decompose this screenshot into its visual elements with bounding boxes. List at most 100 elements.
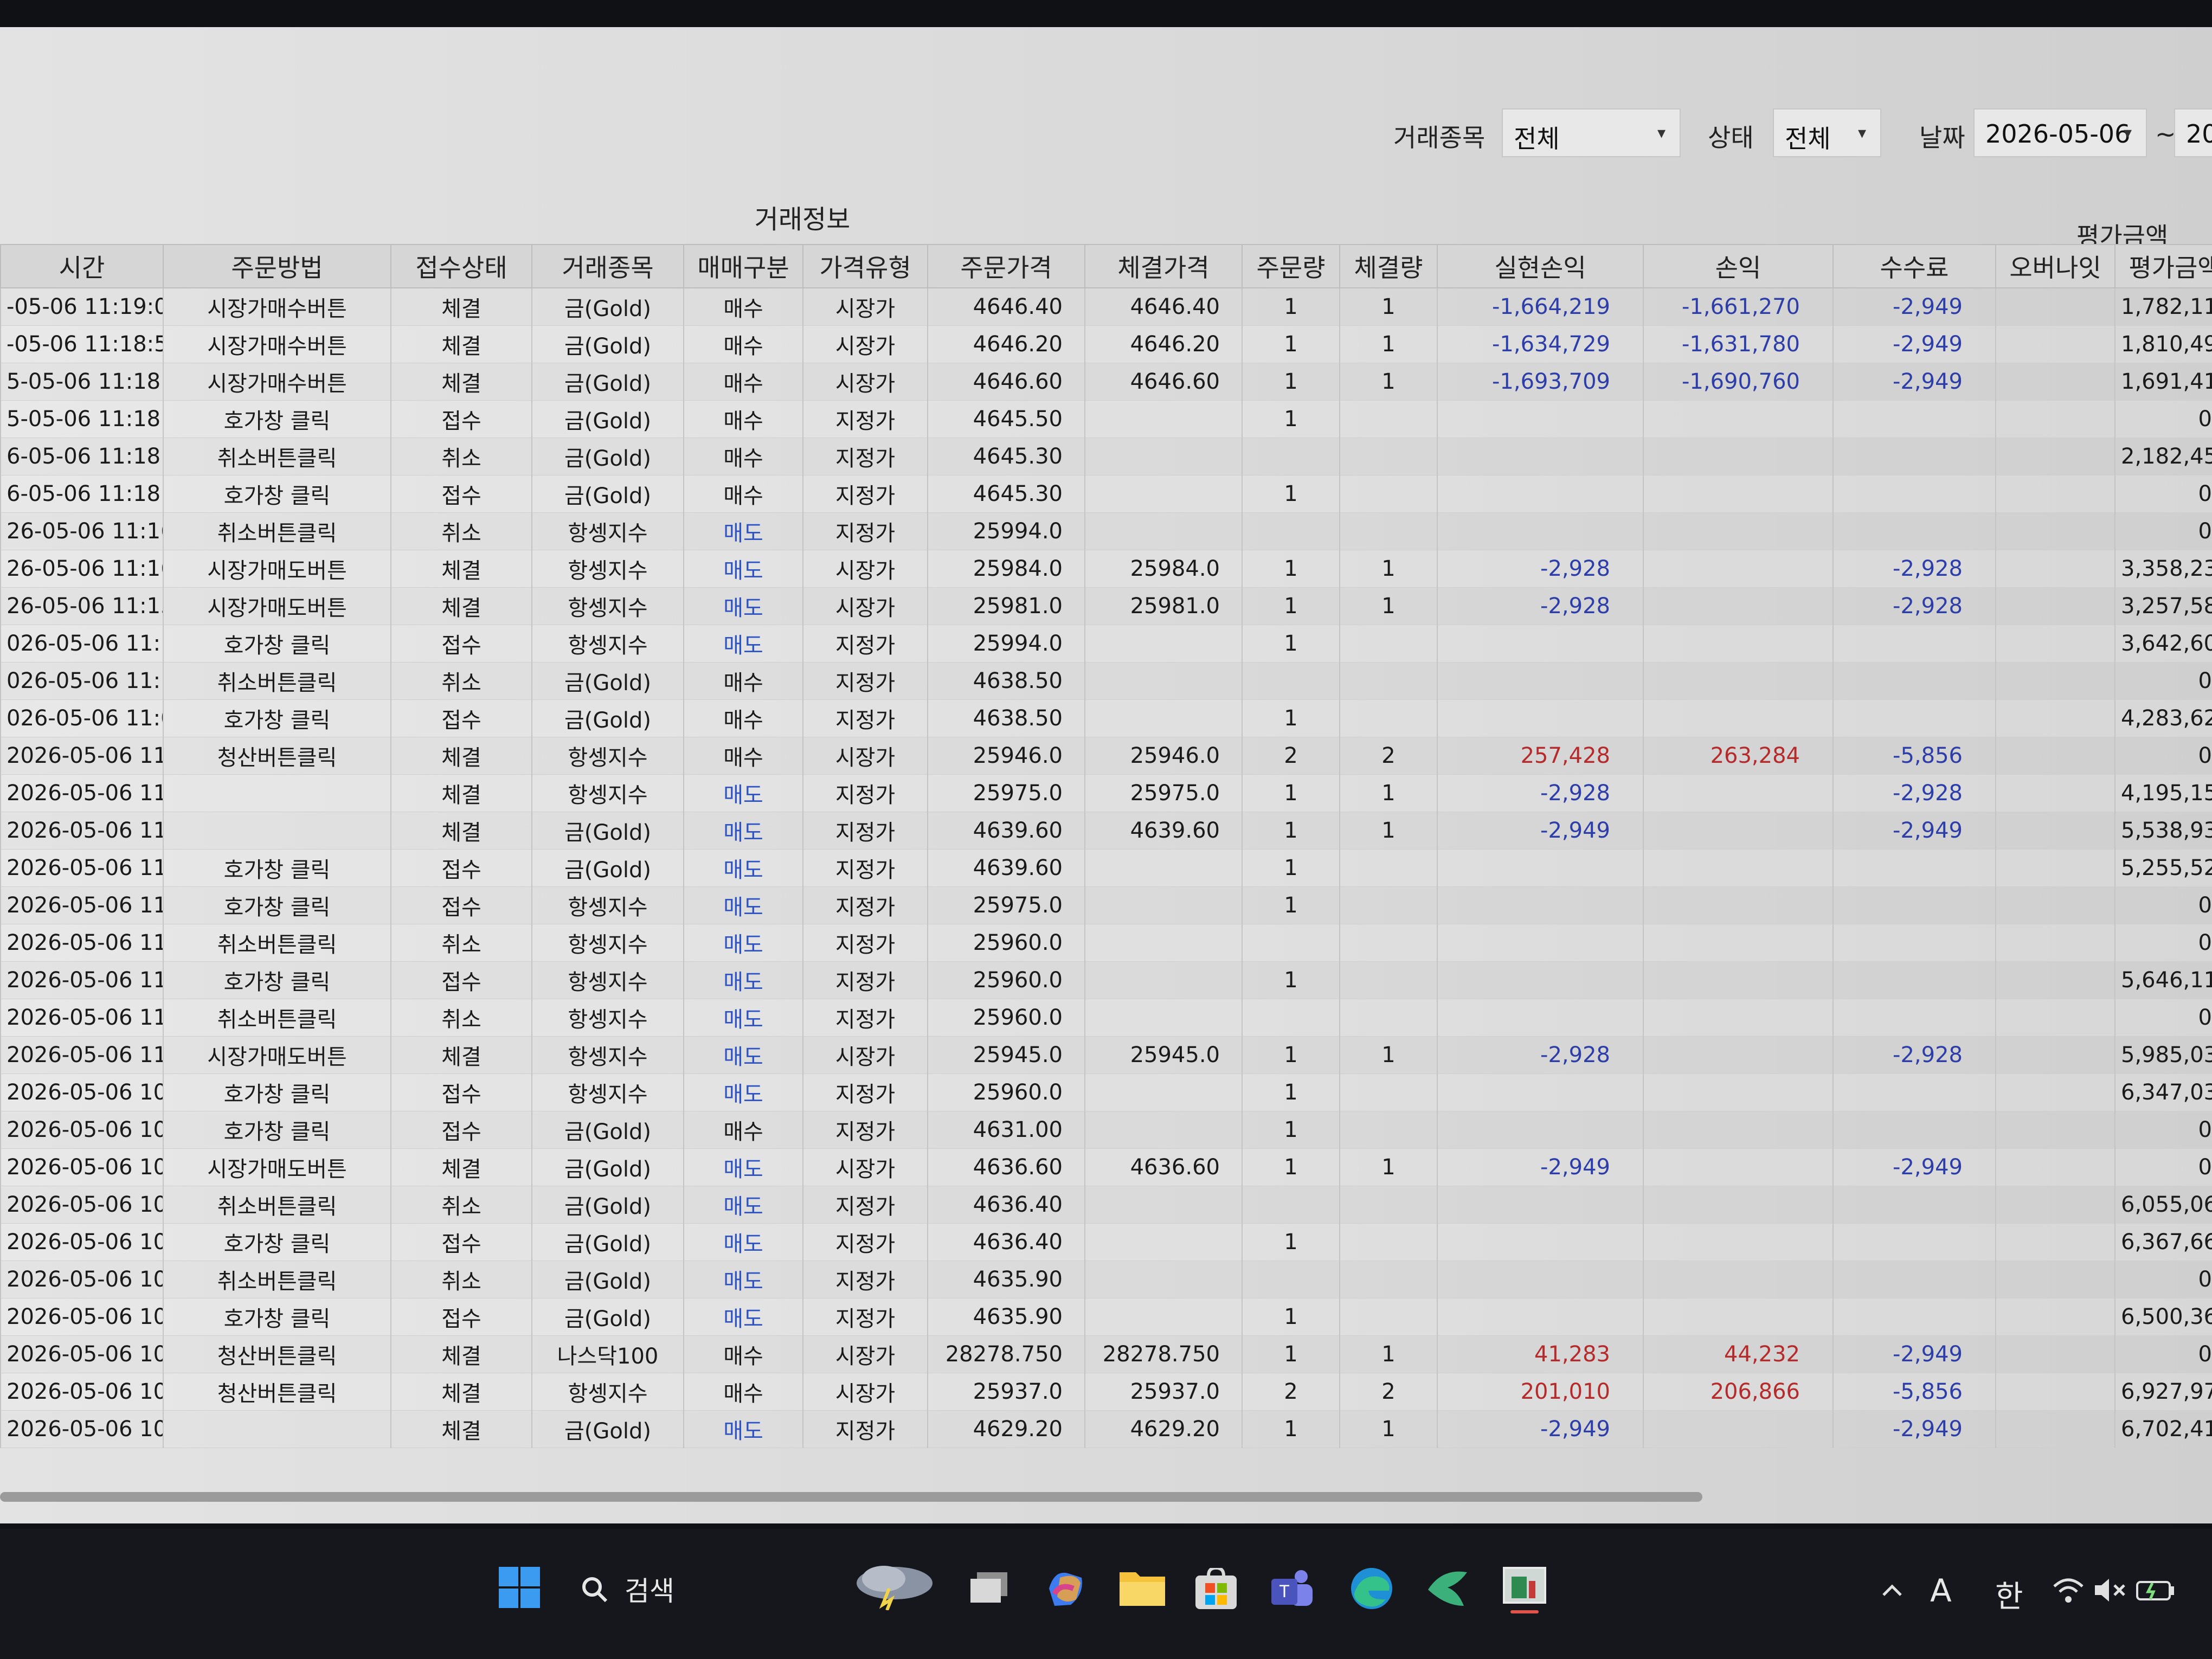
app-bird-icon[interactable] (1426, 1568, 1469, 1611)
table-row[interactable]: 2026-05-06 10:30:45청산버튼클릭체결나스닥100매수시장가28… (0, 1335, 2212, 1373)
file-explorer-icon[interactable] (1120, 1568, 1165, 1608)
table-row[interactable]: 2026-05-06 11:03:45체결금(Gold)매도지정가4639.60… (0, 812, 2212, 850)
column-header[interactable]: 주문량 (1242, 244, 1340, 288)
column-header[interactable]: 거래종목 (531, 244, 684, 288)
table-row[interactable]: 2026-05-06 11:01:18취소버튼클릭취소항셍지수매도지정가2596… (0, 924, 2212, 962)
table-cell: 항셍지수 (531, 774, 684, 812)
table-row[interactable]: 2026-05-06 10:23:08청산버튼클릭체결항셍지수매수시장가2593… (0, 1373, 2212, 1411)
weather-icon[interactable] (851, 1561, 938, 1612)
table-row[interactable]: 26-05-06 11:16:01시장가매도버튼체결항셍지수매도시장가25984… (0, 550, 2212, 588)
table-row[interactable]: 6-05-06 11:18:14취소버튼클릭취소금(Gold)매수지정가4645… (0, 438, 2212, 475)
app-trading-icon[interactable] (1502, 1566, 1547, 1617)
mute-icon[interactable] (2093, 1577, 2127, 1606)
table-cell: 41,283 (1437, 1335, 1644, 1373)
table-row[interactable]: 2026-05-06 11:00:04시장가매도버튼체결항셍지수매도시장가259… (0, 1036, 2212, 1074)
date-separator: ~ (2155, 119, 2176, 149)
ime-mode-indicator[interactable]: A (1930, 1572, 1952, 1609)
date-to-picker[interactable]: 202 (2174, 108, 2212, 157)
store-icon[interactable] (1195, 1566, 1237, 1611)
table-row[interactable]: 26-05-06 11:15:48시장가매도버튼체결항셍지수매도시장가25981… (0, 587, 2212, 625)
table-cell (1339, 999, 1438, 1037)
table-cell: 매도 (683, 512, 803, 550)
table-row[interactable]: 2026-05-06 11:00:34호가창 클릭접수항셍지수매도지정가2596… (0, 961, 2212, 999)
table-row[interactable]: 2026-05-06 11:00:15취소버튼클릭취소항셍지수매도지정가2596… (0, 999, 2212, 1037)
column-header[interactable]: 가격유형 (802, 244, 928, 288)
column-header[interactable]: 손익 (1643, 244, 1834, 288)
wifi-icon[interactable] (2052, 1577, 2085, 1606)
column-header[interactable]: 평가금액 (2114, 244, 2212, 288)
table-cell: 1 (1242, 288, 1340, 326)
table-cell: 매도 (683, 1036, 803, 1074)
table-row[interactable]: 2026-05-06 10:23:08체결금(Gold)매도지정가4629.20… (0, 1410, 2212, 1448)
table-cell: 26-05-06 11:16:05 (0, 512, 164, 550)
teams-icon[interactable]: T (1271, 1567, 1315, 1612)
edge-icon[interactable] (1350, 1567, 1393, 1612)
table-cell (1242, 999, 1340, 1037)
table-cell (1832, 1298, 1996, 1336)
table-row[interactable]: 2026-05-06 10:46:30호가창 클릭접수금(Gold)매도지정가4… (0, 1223, 2212, 1261)
table-row[interactable]: 6-05-06 11:18:10호가창 클릭접수금(Gold)매수지정가4645… (0, 475, 2212, 513)
table-row[interactable]: -05-06 11:18:58시장가매수버튼체결금(Gold)매수시장가4646… (0, 325, 2212, 363)
table-cell (1832, 512, 1996, 550)
table-row[interactable]: 26-05-06 11:16:05취소버튼클릭취소항셍지수매도지정가25994.… (0, 512, 2212, 550)
table-cell: 항셍지수 (531, 924, 684, 962)
table-row[interactable]: 2026-05-06 11:01:24호가창 클릭접수항셍지수매도지정가2597… (0, 886, 2212, 924)
table-cell: 청산버튼클릭 (163, 1373, 391, 1411)
taskbar-search[interactable]: 검색 (580, 1570, 674, 1609)
language-indicator[interactable]: 한 (1995, 1572, 2023, 1616)
column-header[interactable]: 수수료 (1832, 244, 1996, 288)
table-row[interactable]: 026-05-06 11:11:34취소버튼클릭취소금(Gold)매수지정가46… (0, 662, 2212, 700)
copilot-icon[interactable] (1044, 1567, 1087, 1612)
table-cell: 체결 (390, 288, 532, 326)
table-cell: 체결 (390, 363, 532, 401)
table-cell: 2026-05-06 11:04:18 (0, 774, 164, 812)
table-row[interactable]: 2026-05-06 11:03:42호가창 클릭접수금(Gold)매도지정가4… (0, 849, 2212, 887)
column-header[interactable]: 체결량 (1339, 244, 1438, 288)
table-row[interactable]: 2026-05-06 10:47:02취소버튼클릭취소금(Gold)매도지정가4… (0, 1186, 2212, 1224)
table-row[interactable]: -05-06 11:19:03시장가매수버튼체결금(Gold)매수시장가4646… (0, 288, 2212, 326)
column-header[interactable]: 오버나잇 (1995, 244, 2115, 288)
table-row[interactable]: 5-05-06 11:18:49호가창 클릭접수금(Gold)매수지정가4645… (0, 400, 2212, 438)
table-cell: 4635.90 (927, 1261, 1085, 1298)
chevron-up-icon[interactable] (1881, 1583, 1903, 1599)
battery-icon[interactable] (2136, 1578, 2175, 1604)
table-cell: 접수 (390, 849, 532, 887)
horizontal-scrollbar[interactable] (0, 1492, 1702, 1502)
table-row[interactable]: 2026-05-06 10:46:24취소버튼클릭취소금(Gold)매도지정가4… (0, 1261, 2212, 1298)
table-row[interactable]: 5-05-06 11:18:56시장가매수버튼체결금(Gold)매수시장가464… (0, 363, 2212, 401)
table-cell: -2,949 (1832, 1410, 1996, 1448)
table-row[interactable]: 2026-05-06 11:08:34청산버튼클릭체결항셍지수매수시장가2594… (0, 737, 2212, 775)
table-cell: 0 (2114, 1148, 2212, 1186)
table-cell: 1 (1242, 325, 1340, 363)
table-cell: 금(Gold) (531, 400, 684, 438)
column-header[interactable]: 주문가격 (927, 244, 1085, 288)
table-cell: 금(Gold) (531, 1186, 684, 1224)
date-from-picker[interactable]: 2026-05-06 ▾ (1973, 108, 2147, 157)
column-header[interactable]: 시간 (0, 244, 164, 288)
table-row[interactable]: 2026-05-06 10:59:54호가창 클릭접수항셍지수매도지정가2596… (0, 1073, 2212, 1111)
table-cell: 44,232 (1643, 1335, 1834, 1373)
table-cell: 청산버튼클릭 (163, 1335, 391, 1373)
table-row[interactable]: 2026-05-06 10:48:18시장가매도버튼체결금(Gold)매도시장가… (0, 1148, 2212, 1186)
task-view-icon[interactable] (970, 1572, 1008, 1607)
table-row[interactable]: 026-05-06 11:15:41호가창 클릭접수항셍지수매도지정가25994… (0, 625, 2212, 663)
table-cell: 2026-05-06 10:52:53 (0, 1111, 164, 1149)
status-filter-select[interactable]: 전체 ▾ (1773, 108, 1881, 157)
windows-start-icon[interactable] (499, 1567, 540, 1610)
table-row[interactable]: 2026-05-06 10:52:53호가창 클릭접수금(Gold)매수지정가4… (0, 1111, 2212, 1149)
table-cell: 6-05-06 11:18:14 (0, 438, 164, 475)
table-row[interactable]: 026-05-06 11:09:37호가창 클릭접수금(Gold)매수지정가46… (0, 699, 2212, 737)
table-cell (1339, 1073, 1438, 1111)
table-cell: 4646.60 (927, 363, 1085, 401)
column-header[interactable]: 접수상태 (390, 244, 532, 288)
table-row[interactable]: 2026-05-06 11:04:18체결항셍지수매도지정가25975.0259… (0, 774, 2212, 812)
table-row[interactable]: 2026-05-06 10:46:22호가창 클릭접수금(Gold)매도지정가4… (0, 1298, 2212, 1336)
column-header[interactable]: 체결가격 (1084, 244, 1243, 288)
column-header[interactable]: 매매구분 (683, 244, 803, 288)
table-cell: 4631.00 (927, 1111, 1085, 1149)
table-cell: 1 (1242, 1111, 1340, 1149)
symbol-filter-select[interactable]: 전체 ▾ (1502, 108, 1681, 157)
table-cell (1437, 662, 1644, 700)
column-header[interactable]: 실현손익 (1437, 244, 1644, 288)
column-header[interactable]: 주문방법 (163, 244, 391, 288)
